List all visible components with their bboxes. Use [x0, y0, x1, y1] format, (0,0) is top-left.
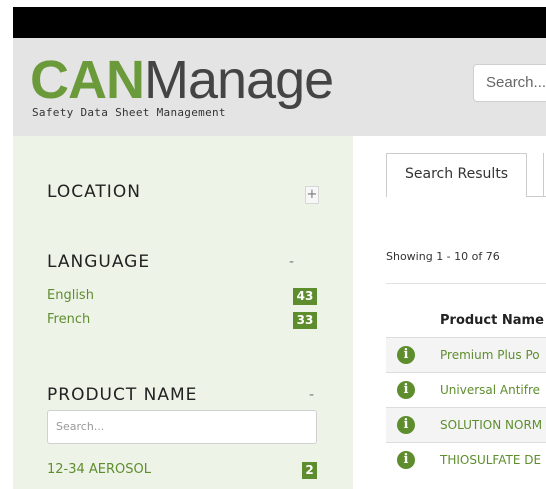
logo-manage: Manage: [144, 50, 334, 110]
table-row[interactable]: i SOLUTION NORM: [386, 407, 546, 442]
info-icon[interactable]: i: [397, 381, 415, 399]
location-expand-toggle[interactable]: +: [305, 186, 319, 204]
header-search-input[interactable]: Search...: [473, 64, 546, 102]
tab-search-results[interactable]: Search Results: [386, 153, 527, 197]
product-option-12-34-aerosol[interactable]: 12-34 AEROSOL: [47, 462, 151, 477]
language-french-count: 33: [293, 312, 317, 329]
table-row[interactable]: i Universal Antifre: [386, 372, 546, 407]
product-name-search-input[interactable]: Search...: [47, 410, 317, 444]
logo-wordmark: CANManage: [30, 50, 334, 110]
logo-tagline: Safety Data Sheet Management: [32, 106, 226, 119]
product-name-collapse-toggle[interactable]: -: [309, 387, 314, 403]
location-facet-title[interactable]: LOCATION: [47, 182, 141, 202]
table-row[interactable]: i Premium Plus Po: [386, 337, 546, 372]
info-icon[interactable]: i: [397, 416, 415, 434]
language-collapse-toggle[interactable]: -: [289, 254, 294, 270]
site-header: CANManage Safety Data Sheet Management S…: [13, 38, 546, 136]
product-name-link[interactable]: Universal Antifre: [440, 383, 540, 397]
canmanage-logo[interactable]: CANManage Safety Data Sheet Management: [30, 50, 340, 130]
page-top-margin: [0, 0, 546, 7]
filter-sidebar: LOCATION + LANGUAGE - English 43 French …: [13, 136, 353, 489]
column-header-product-name[interactable]: Product Name: [440, 313, 544, 328]
table-row[interactable]: i THIOSULFATE DE: [386, 442, 546, 477]
browser-top-bar: [13, 7, 546, 38]
product-12-34-aerosol-count: 2: [302, 462, 317, 479]
language-option-english[interactable]: English: [47, 288, 94, 303]
results-divider: [386, 283, 546, 284]
product-name-link[interactable]: SOLUTION NORM: [440, 418, 542, 432]
product-name-facet-title[interactable]: PRODUCT NAME: [47, 385, 197, 405]
results-count-text: Showing 1 - 10 of 76: [386, 250, 500, 263]
results-panel: Search Results Showing 1 - 10 of 76 Prod…: [353, 136, 546, 489]
info-icon[interactable]: i: [397, 451, 415, 469]
language-english-count: 43: [293, 288, 317, 305]
info-icon[interactable]: i: [397, 346, 415, 364]
left-gutter: [0, 7, 13, 489]
language-option-french[interactable]: French: [47, 312, 90, 327]
logo-can: CAN: [30, 50, 145, 110]
product-name-link[interactable]: Premium Plus Po: [440, 348, 540, 362]
product-name-link[interactable]: THIOSULFATE DE: [440, 453, 541, 467]
language-facet-title[interactable]: LANGUAGE: [47, 252, 150, 272]
